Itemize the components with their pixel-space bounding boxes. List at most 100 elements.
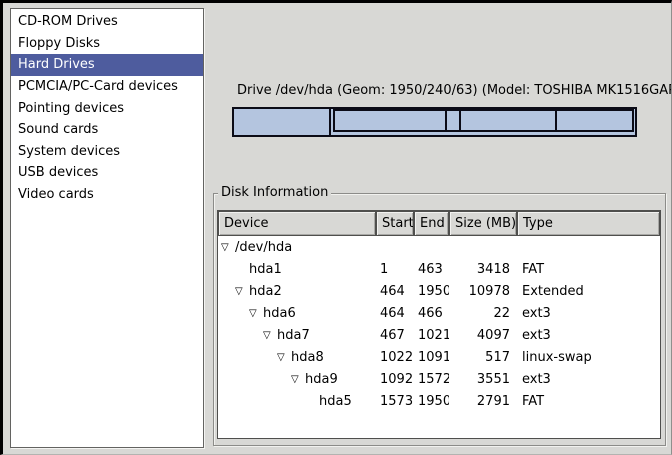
device-name: /dev/hda (235, 240, 292, 255)
cell-type: Extended (517, 280, 660, 302)
cell-size: 4097 (449, 324, 517, 346)
cell-device: hda1 (218, 258, 376, 280)
cell-type: linux-swap (517, 346, 660, 368)
sidebar-item-label: Hard Drives (18, 57, 95, 72)
hardware-browser-window: CD-ROM Drives Floppy Disks Hard Drives PCMC… (0, 0, 672, 455)
cell-size: 2791 (449, 390, 517, 412)
sidebar-item-label: PCMCIA/PC-Card devices (18, 79, 178, 94)
expander-triangle-icon[interactable]: ▽ (263, 330, 277, 341)
cell-start: 1 (376, 258, 414, 280)
sidebar-item-label: USB devices (18, 165, 98, 180)
device-name: hda6 (263, 306, 296, 321)
sidebar-item-label: Floppy Disks (18, 36, 100, 51)
cell-device: ▽hda6 (218, 302, 376, 324)
sidebar-item-label: Pointing devices (18, 101, 124, 116)
cell-size: 3418 (449, 258, 517, 280)
column-header-label: End (420, 216, 445, 231)
sidebar-item-usb-devices[interactable]: USB devices (11, 162, 203, 184)
table-row-hda9[interactable]: ▽hda9109215723551ext3 (218, 368, 660, 390)
cell-end: 466 (414, 302, 449, 324)
expander-triangle-icon[interactable]: ▽ (291, 374, 305, 385)
cell-end: 1021 (414, 324, 449, 346)
cell-type: ext3 (517, 368, 660, 390)
partition-divider-hda1 (329, 109, 331, 135)
table-row-hda5[interactable]: hda5 157319502791FAT (218, 390, 660, 412)
expander-triangle-icon[interactable]: ▽ (249, 308, 263, 319)
device-name: hda9 (305, 372, 338, 387)
table-row-dev-hda[interactable]: ▽/dev/hda (218, 236, 660, 258)
column-header-device[interactable]: Device (218, 211, 376, 236)
sidebar-item-sound-cards[interactable]: Sound cards (11, 119, 203, 141)
cell-device: ▽/dev/hda (218, 236, 376, 258)
sidebar-item-hard-drives[interactable]: Hard Drives (11, 54, 203, 76)
column-header-type[interactable]: Type (517, 211, 660, 236)
device-name: hda7 (277, 328, 310, 343)
cell-type: FAT (517, 390, 660, 412)
column-header-label: Type (523, 216, 553, 231)
table-row-hda7[interactable]: ▽hda746710214097ext3 (218, 324, 660, 346)
disk-information-table: DeviceStartEndSize (MB)Type ▽/dev/hdahda… (217, 210, 661, 439)
partition-segment-hda7 (336, 111, 447, 130)
sidebar-item-cd-rom-drives[interactable]: CD-ROM Drives (11, 11, 203, 33)
sidebar-item-label: Sound cards (18, 122, 98, 137)
partition-segment-hda8 (447, 111, 461, 130)
expander-triangle-icon[interactable]: ▽ (235, 286, 249, 297)
cell-type (517, 236, 660, 258)
disk-information-title: Disk Information (218, 185, 331, 200)
table-row-hda6[interactable]: ▽hda646446622ext3 (218, 302, 660, 324)
cell-size: 3551 (449, 368, 517, 390)
cell-size: 22 (449, 302, 517, 324)
device-name: hda5 (319, 394, 352, 409)
cell-device: ▽hda9 (218, 368, 376, 390)
cell-end: 1572 (414, 368, 449, 390)
column-header-label: Start (382, 216, 414, 231)
cell-end (414, 236, 449, 258)
sidebar-item-label: System devices (18, 144, 120, 159)
sidebar-item-floppy-disks[interactable]: Floppy Disks (11, 33, 203, 55)
device-name: hda8 (291, 350, 324, 365)
table-row-hda8[interactable]: ▽hda810221091517linux-swap (218, 346, 660, 368)
cell-end: 1950 (414, 390, 449, 412)
cell-end: 1950 (414, 280, 449, 302)
cell-type: FAT (517, 258, 660, 280)
partition-bar (232, 107, 637, 137)
sidebar-item-label: Video cards (18, 187, 94, 202)
table-body: ▽/dev/hdahda114633418FAT▽hda246419501097… (218, 236, 660, 412)
table-row-hda1[interactable]: hda1 14633418FAT (218, 258, 660, 280)
column-header-start[interactable]: Start (376, 211, 414, 236)
cell-size (449, 236, 517, 258)
cell-start: 1022 (376, 346, 414, 368)
partition-segment-hda9 (461, 111, 557, 130)
cell-type: ext3 (517, 324, 660, 346)
expander-triangle-icon[interactable]: ▽ (277, 352, 291, 363)
cell-size: 10978 (449, 280, 517, 302)
cell-device: ▽hda8 (218, 346, 376, 368)
cell-end: 1091 (414, 346, 449, 368)
sidebar-item-video-cards[interactable]: Video cards (11, 184, 203, 206)
sidebar-item-pcmcia-pc-card-devices[interactable]: PCMCIA/PC-Card devices (11, 76, 203, 98)
device-category-list: CD-ROM Drives Floppy Disks Hard Drives PCMC… (10, 8, 204, 448)
partition-extended-hda2 (333, 109, 634, 132)
table-header-row: Device Start End Size (MB) Type (218, 211, 660, 236)
device-name: hda1 (249, 262, 282, 277)
sidebar-item-label: CD-ROM Drives (18, 14, 118, 29)
table-row-hda2[interactable]: ▽hda2464195010978Extended (218, 280, 660, 302)
cell-device: ▽hda2 (218, 280, 376, 302)
cell-start (376, 236, 414, 258)
cell-start: 467 (376, 324, 414, 346)
partition-segment-hda1 (234, 109, 329, 135)
cell-start: 1573 (376, 390, 414, 412)
drive-info-label: Drive /dev/hda (Geom: 1950/240/63) (Mode… (237, 83, 672, 98)
cell-end: 463 (414, 258, 449, 280)
sidebar-item-system-devices[interactable]: System devices (11, 141, 203, 163)
expander-triangle-icon[interactable]: ▽ (221, 242, 235, 253)
cell-start: 1092 (376, 368, 414, 390)
column-header-end[interactable]: End (414, 211, 449, 236)
cell-type: ext3 (517, 302, 660, 324)
column-header-label: Device (224, 216, 268, 231)
column-header-size-mb[interactable]: Size (MB) (449, 211, 517, 236)
column-header-label: Size (MB) (455, 216, 516, 231)
cell-device: ▽hda7 (218, 324, 376, 346)
sidebar-item-pointing-devices[interactable]: Pointing devices (11, 97, 203, 119)
cell-device: hda5 (218, 390, 376, 412)
